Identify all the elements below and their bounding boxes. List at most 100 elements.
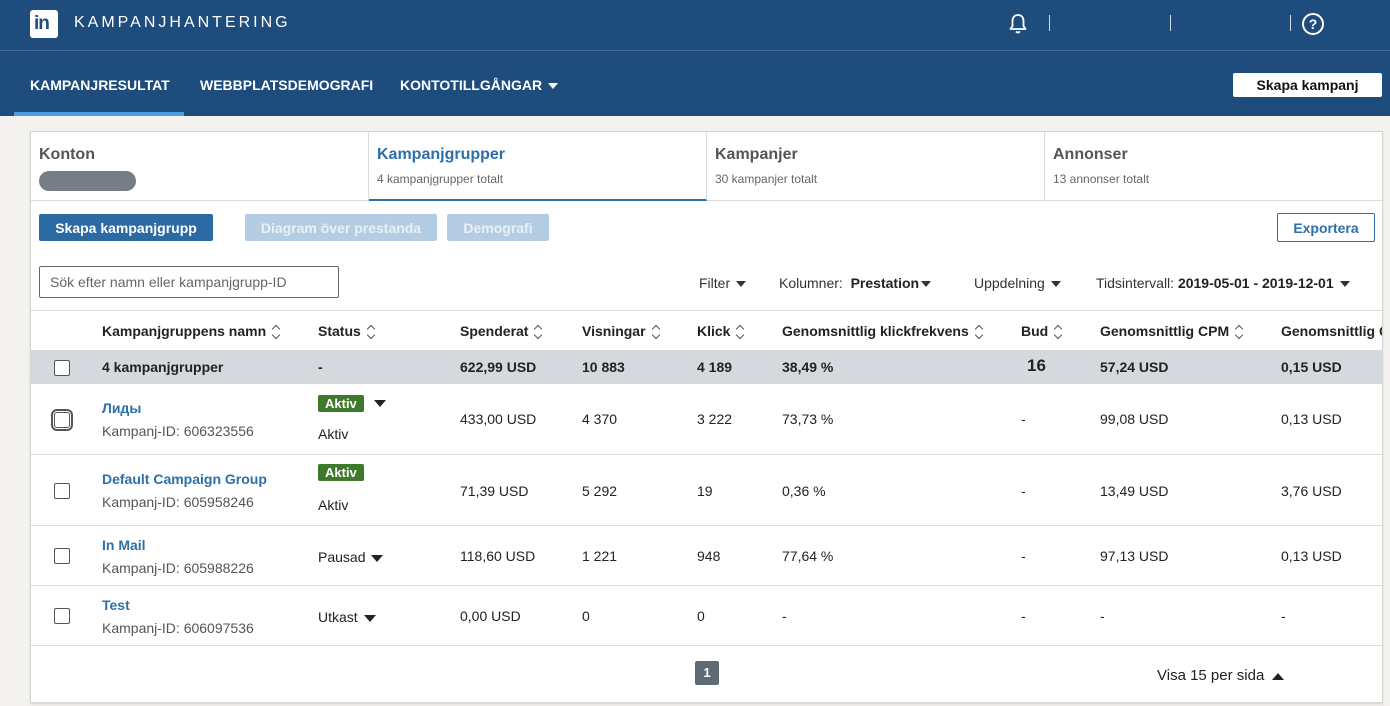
- columns-dropdown[interactable]: Kolumner: Prestation: [779, 275, 932, 291]
- chevron-down-icon: [371, 554, 384, 562]
- table-row: Default Campaign Group Kampanj-ID: 60595…: [31, 455, 1382, 526]
- chevron-down-icon: [1050, 281, 1061, 288]
- cpm-cell: 99,08 USD: [1100, 411, 1169, 427]
- status-text: Aktiv: [318, 497, 349, 513]
- nav-campaign-results[interactable]: KAMPANJRESULTAT: [30, 77, 170, 93]
- performance-chart-button[interactable]: Diagram över prestanda: [245, 214, 437, 241]
- pagination-page-1[interactable]: 1: [695, 661, 719, 685]
- search-input[interactable]: [39, 266, 339, 298]
- campaign-group-name-link[interactable]: Test: [102, 597, 130, 613]
- status-dropdown[interactable]: Utkast: [318, 609, 376, 625]
- cpc-cell: 0,13 USD: [1281, 548, 1342, 564]
- column-header-bid[interactable]: Bud: [1021, 323, 1063, 339]
- column-header-status[interactable]: Status: [318, 323, 376, 339]
- column-header-cpm[interactable]: Genomsnittlig CPM: [1100, 323, 1244, 339]
- per-page-label: Visa 15 per sida: [1157, 667, 1265, 684]
- ctr-cell: 73,73 %: [782, 411, 834, 427]
- cpm-cell: -: [1100, 608, 1105, 624]
- clicks-cell: 0: [697, 608, 705, 624]
- tab-accounts[interactable]: Konton: [31, 132, 369, 201]
- status-badge: Aktiv: [318, 464, 364, 481]
- cpm-cell: 97,13 USD: [1100, 548, 1169, 564]
- spent-cell: 71,39 USD: [460, 483, 529, 499]
- cpc-cell: 3,76 USD: [1281, 483, 1342, 499]
- column-header-label: Spenderat: [460, 323, 529, 339]
- table-row: Лиды Kampanj-ID: 606323556 Aktiv Aktiv 4…: [31, 384, 1382, 455]
- nav-website-demographics[interactable]: WEBBPLATSDEMOGRAFI: [200, 77, 373, 93]
- summary-spent: 622,99 USD: [460, 359, 537, 375]
- status-dropdown[interactable]: Pausad: [318, 549, 384, 565]
- bid-cell: -: [1021, 411, 1026, 427]
- column-header-impressions[interactable]: Visningar: [582, 323, 661, 339]
- column-header-name[interactable]: Kampanjgruppens namn: [102, 323, 281, 339]
- select-all-checkbox[interactable]: [54, 360, 70, 376]
- campaign-group-name-link[interactable]: Лиды: [102, 400, 141, 416]
- create-campaign-button[interactable]: Skapa kampanj: [1233, 73, 1382, 97]
- ctr-cell: 77,64 %: [782, 548, 834, 564]
- summary-clicks: 4 189: [697, 359, 733, 375]
- column-header-label: Visningar: [582, 323, 646, 339]
- date-range-dropdown[interactable]: Tidsintervall: 2019-05-01 - 2019-12-01: [1096, 275, 1350, 291]
- summary-name: 4 kampanjgrupper: [102, 359, 224, 375]
- top-divider: [0, 50, 1390, 51]
- create-campaign-group-button[interactable]: Skapa kampanjgrupp: [39, 214, 213, 241]
- demographics-button[interactable]: Demografi: [447, 214, 549, 241]
- per-page-dropdown[interactable]: Visa 15 per sida: [1157, 667, 1285, 684]
- row-checkbox[interactable]: [51, 409, 73, 431]
- app-title: KAMPANJHANTERING: [74, 14, 291, 31]
- main-card: Konton Kampanjgrupper 4 kampanjgrupper t…: [30, 131, 1383, 703]
- filter-dropdown[interactable]: Filter: [699, 275, 747, 291]
- spent-cell: 433,00 USD: [460, 411, 537, 427]
- row-checkbox[interactable]: [54, 548, 70, 564]
- nav-account-assets[interactable]: KONTOTILLGÅNGAR: [400, 77, 559, 93]
- filter-label: Filter: [699, 275, 731, 291]
- date-range-label: Tidsintervall:: [1096, 275, 1175, 291]
- summary-cpc: 0,15 USD: [1281, 359, 1342, 375]
- impressions-cell: 4 370: [582, 411, 618, 427]
- tab-title: Kampanjgrupper: [377, 146, 506, 163]
- ctr-cell: -: [782, 608, 787, 624]
- status-dropdown-chevron-down-icon[interactable]: [374, 400, 386, 407]
- tab-campaigns[interactable]: Kampanjer 30 kampanjer totalt: [707, 132, 1045, 201]
- table-row: In Mail Kampanj-ID: 605988226 Pausad 118…: [31, 526, 1382, 586]
- summary-impressions: 10 883: [582, 359, 625, 375]
- tab-ads[interactable]: Annonser 13 annonser totalt: [1045, 132, 1382, 201]
- campaign-group-name-link[interactable]: In Mail: [102, 537, 146, 553]
- chevron-down-icon: [548, 83, 559, 90]
- column-header-label: Kampanjgruppens namn: [102, 323, 267, 339]
- divider: [1170, 15, 1171, 31]
- cpc-cell: -: [1281, 608, 1286, 624]
- cpm-cell: 13,49 USD: [1100, 483, 1169, 499]
- row-checkbox[interactable]: [54, 483, 70, 499]
- linkedin-logo-icon[interactable]: in: [30, 10, 58, 38]
- divider: [1049, 15, 1050, 31]
- status-text: Aktiv: [318, 426, 349, 442]
- sort-icon: [367, 325, 376, 339]
- help-icon[interactable]: ?: [1302, 13, 1324, 35]
- status-text: Utkast: [318, 609, 358, 625]
- column-header-label: Genomsnittlig CPM: [1100, 323, 1230, 339]
- columns-value: Prestation: [850, 275, 920, 291]
- tab-campaign-groups[interactable]: Kampanjgrupper 4 kampanjgrupper totalt: [369, 132, 707, 201]
- export-button[interactable]: Exportera: [1277, 213, 1375, 242]
- spent-cell: 118,60 USD: [460, 548, 536, 564]
- tab-title: Konton: [39, 146, 95, 163]
- bell-icon[interactable]: [1006, 12, 1030, 36]
- impressions-cell: 5 292: [582, 483, 618, 499]
- tab-subtitle: 4 kampanjgrupper totalt: [377, 172, 504, 186]
- column-header-cpc[interactable]: Genomsnittlig C: [1281, 323, 1382, 339]
- campaign-group-id: Kampanj-ID: 605988226: [102, 560, 254, 576]
- campaign-group-name-link[interactable]: Default Campaign Group: [102, 471, 267, 487]
- chevron-down-icon: [736, 281, 747, 288]
- summary-bid: 16: [1027, 356, 1046, 375]
- breakdown-dropdown[interactable]: Uppdelning: [974, 275, 1061, 291]
- column-header-ctr[interactable]: Genomsnittlig klickfrekvens: [782, 323, 984, 339]
- row-checkbox[interactable]: [54, 608, 70, 624]
- column-header-label: Genomsnittlig klickfrekvens: [782, 323, 969, 339]
- column-header-clicks[interactable]: Klick: [697, 323, 745, 339]
- cpc-cell: 0,13 USD: [1281, 411, 1342, 427]
- summary-cpm: 57,24 USD: [1100, 359, 1169, 375]
- column-header-spent[interactable]: Spenderat: [460, 323, 543, 339]
- bid-cell: -: [1021, 608, 1026, 624]
- clicks-cell: 19: [697, 483, 713, 499]
